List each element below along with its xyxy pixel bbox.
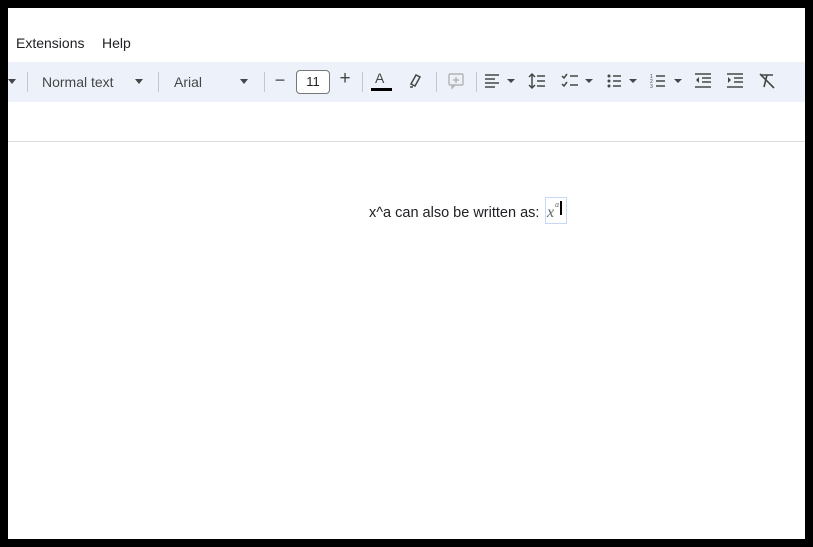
checklist-icon[interactable]	[561, 71, 597, 91]
equation-box[interactable]: x a	[545, 197, 567, 224]
menu-help[interactable]: Help	[102, 35, 131, 51]
document-page[interactable]: x^a can also be written as: x a	[8, 142, 805, 539]
paragraph-style-dropdown[interactable]: Normal text	[36, 66, 156, 96]
document-paragraph[interactable]: x^a can also be written as:	[369, 205, 539, 221]
text-color-icon: A	[375, 70, 385, 86]
toolbar-divider	[362, 72, 363, 92]
chevron-down-icon	[135, 79, 143, 84]
align-left-icon[interactable]	[484, 71, 518, 91]
line-spacing-icon[interactable]	[527, 71, 547, 91]
font-size-input[interactable]: 11	[296, 70, 330, 94]
increase-font-size-button[interactable]: +	[335, 67, 355, 91]
chevron-down-icon[interactable]	[8, 79, 16, 84]
equation-superscript: a	[555, 200, 559, 209]
menu-bar: Extensions Help	[8, 8, 805, 61]
svg-text:3: 3	[650, 84, 653, 90]
toolbar-divider	[27, 72, 28, 92]
toolbar-divider	[158, 72, 159, 92]
clear-formatting-icon[interactable]	[757, 71, 777, 91]
paragraph-style-label: Normal text	[42, 74, 114, 90]
chevron-down-icon	[240, 79, 248, 84]
font-family-label: Arial	[174, 74, 203, 90]
toolbar-divider	[436, 72, 437, 92]
font-family-dropdown[interactable]: Arial	[166, 66, 256, 96]
toolbar-divider	[476, 72, 477, 92]
decrease-indent-icon[interactable]	[693, 71, 713, 91]
increase-indent-icon[interactable]	[725, 71, 745, 91]
highlighter-icon[interactable]	[406, 70, 426, 90]
equation-base: x	[547, 204, 555, 221]
numbered-list-icon[interactable]: 1 2 3	[650, 71, 686, 91]
toolbar-divider	[264, 72, 265, 92]
add-comment-icon[interactable]	[446, 71, 466, 91]
toolbar: Normal text Arial − 11 + A 1 2 3	[8, 62, 805, 102]
text-color-swatch	[371, 88, 392, 91]
bulleted-list-icon[interactable]	[606, 71, 642, 91]
menu-extensions[interactable]: Extensions	[16, 35, 84, 51]
ruler	[8, 102, 805, 142]
text-color-button[interactable]: A	[369, 66, 393, 96]
decrease-font-size-button[interactable]: −	[270, 68, 290, 92]
docs-app-window: Extensions Help Normal text Arial − 11 +…	[8, 8, 805, 539]
text-cursor	[560, 201, 562, 215]
